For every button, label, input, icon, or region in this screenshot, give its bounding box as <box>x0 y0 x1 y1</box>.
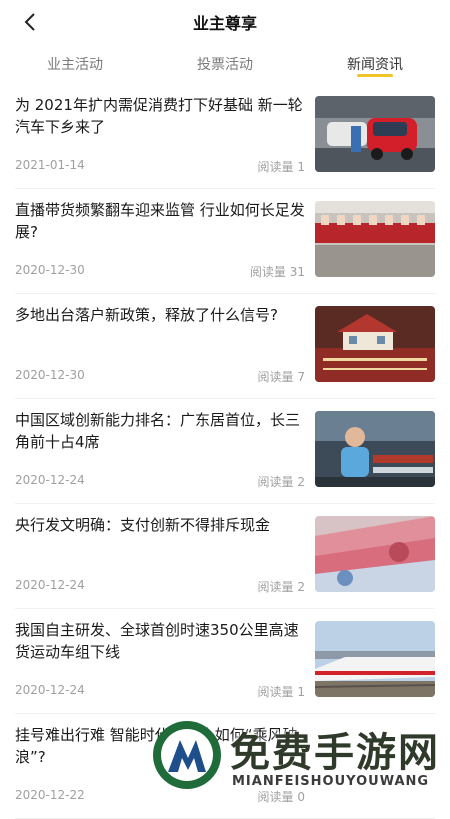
car-factory-image[interactable] <box>315 96 435 172</box>
cash-image[interactable] <box>315 516 435 592</box>
site-watermark: 免费手游网 MIANFEISHOUYOUWANG <box>150 712 450 800</box>
household-register-image[interactable] <box>315 306 435 382</box>
news-read-count: 阅读量 1 <box>257 685 305 699</box>
tab-bar: 业主活动 投票活动 新闻资讯 <box>0 44 450 84</box>
news-title: 多地出台落户新政策，释放了什么信号? <box>15 306 278 324</box>
news-read-count: 阅读量 7 <box>257 370 305 384</box>
news-item[interactable]: 中国区域创新能力排名：广东居首位，长三角前十占4席 2020-12-24 阅读量… <box>15 399 435 504</box>
watermark-logo-icon <box>153 721 221 789</box>
news-read-count: 阅读量 1 <box>257 160 305 174</box>
news-item[interactable]: 为 2021年扩内需促消费打下好基础 新一轮汽车下乡来了 2021-01-14 … <box>15 84 435 189</box>
news-title: 央行发文明确：支付创新不得排斥现金 <box>15 516 271 534</box>
news-date: 2021-01-14 <box>15 158 85 172</box>
livestream-image[interactable] <box>315 201 435 277</box>
tab-voting-activities[interactable]: 投票活动 <box>165 54 285 74</box>
news-title: 中国区域创新能力排名：广东居首位，长三角前十占4席 <box>15 411 301 451</box>
watermark-subtext: MIANFEISHOUYOUWANG <box>232 774 430 789</box>
tab-news[interactable]: 新闻资讯 <box>315 54 435 74</box>
train-image[interactable] <box>315 621 435 697</box>
news-read-count: 阅读量 2 <box>257 580 305 594</box>
page-title: 业主尊享 <box>192 14 257 33</box>
news-date: 2020-12-30 <box>15 368 85 382</box>
news-date: 2020-12-30 <box>15 263 85 277</box>
news-item[interactable]: 央行发文明确：支付创新不得排斥现金 2020-12-24 阅读量 2 <box>15 504 435 609</box>
news-item[interactable]: 我国自主研发、全球首创时速350公里高速货运动车组下线 2020-12-24 阅… <box>15 609 435 714</box>
watermark-text: 免费手游网 <box>230 730 440 776</box>
factory-worker-image[interactable] <box>315 411 435 487</box>
news-date: 2020-12-24 <box>15 578 85 592</box>
app-header: 业主尊享 <box>0 0 450 44</box>
news-list: 为 2021年扩内需促消费打下好基础 新一轮汽车下乡来了 2021-01-14 … <box>0 84 450 819</box>
news-title: 直播带货频繁翻车迎来监管 行业如何长足发展? <box>15 201 305 241</box>
news-item[interactable]: 直播带货频繁翻车迎来监管 行业如何长足发展? 2020-12-30 阅读量 31 <box>15 189 435 294</box>
news-date: 2020-12-24 <box>15 683 85 697</box>
news-date: 2020-12-24 <box>15 473 85 487</box>
news-read-count: 阅读量 2 <box>257 475 305 489</box>
news-title: 为 2021年扩内需促消费打下好基础 新一轮汽车下乡来了 <box>15 96 303 136</box>
news-read-count: 阅读量 31 <box>249 265 305 279</box>
active-tab-indicator <box>357 74 393 77</box>
news-title: 我国自主研发、全球首创时速350公里高速货运动车组下线 <box>15 621 299 661</box>
news-item[interactable]: 多地出台落户新政策，释放了什么信号? 2020-12-30 阅读量 7 <box>15 294 435 399</box>
tab-owner-activities[interactable]: 业主活动 <box>15 54 135 74</box>
